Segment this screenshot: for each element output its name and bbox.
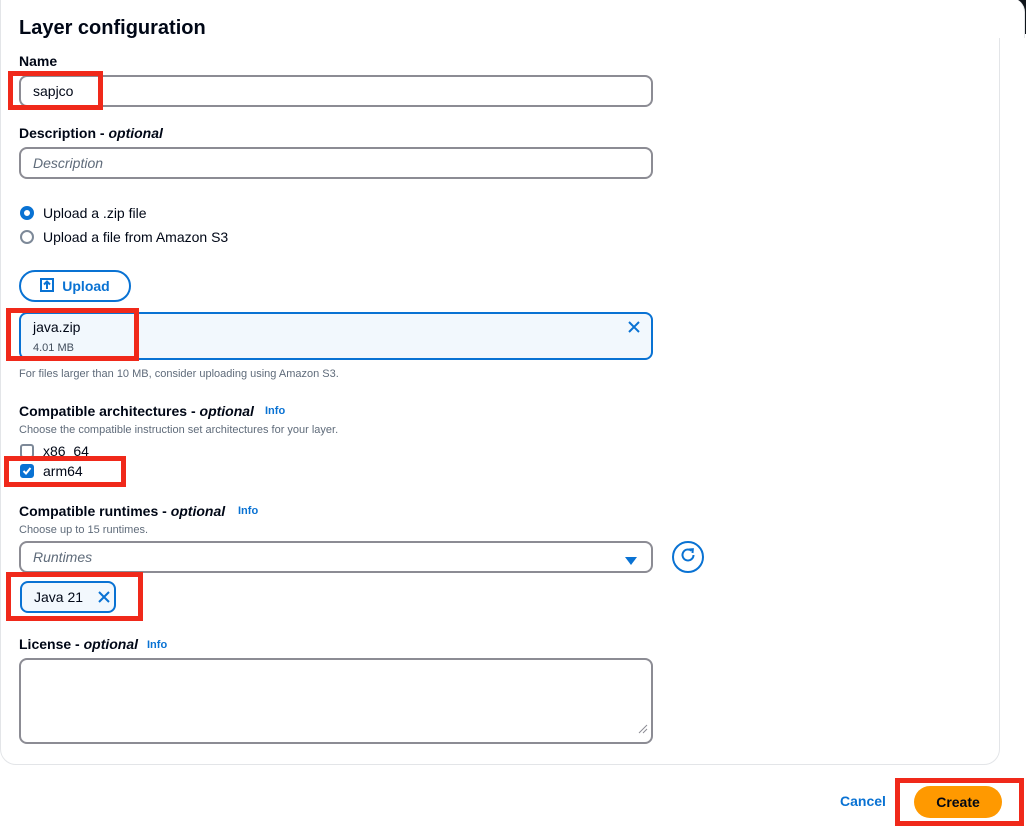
page-title: Layer configuration [19,17,206,39]
remove-runtime-button[interactable] [97,590,111,604]
resize-handle-icon[interactable] [638,721,648,739]
upload-button[interactable]: Upload [19,270,131,302]
runtime-token-label: Java 21 [34,589,84,605]
radio-upload-s3-label: Upload a file from Amazon S3 [43,229,229,245]
description-label: Description - optional [19,125,163,141]
license-textarea[interactable] [19,658,653,744]
caret-down-icon [625,553,637,569]
license-label-text: License [19,636,72,652]
upload-icon [40,277,55,295]
header-corner [998,0,1026,38]
close-icon [97,590,111,604]
checkbox-arm64-label: arm64 [43,463,83,479]
runtimes-label-text: Compatible runtimes [19,503,159,519]
runtimes-description: Choose up to 15 runtimes. [19,524,149,536]
runtimes-optional: optional [170,503,226,519]
description-optional: optional [108,125,163,141]
name-value: sapjco [33,83,74,99]
description-input[interactable]: Description [19,147,653,179]
checkbox-arm64[interactable] [20,464,34,478]
checkbox-x86-64[interactable] [20,444,34,458]
description-placeholder: Description [33,155,104,171]
runtime-token: Java 21 [20,581,116,613]
cancel-button[interactable]: Cancel [840,793,886,809]
architectures-info-link[interactable]: Info [265,405,285,417]
file-size: 4.01 MB [33,342,74,354]
name-label: Name [19,53,58,69]
uploaded-file: java.zip 4.01 MB [19,312,653,360]
name-input[interactable]: sapjco [19,75,653,107]
radio-upload-zip-label: Upload a .zip file [43,205,147,221]
architectures-label: Compatible architectures - optional [19,403,254,419]
license-optional: optional [83,636,139,652]
runtimes-label: Compatible runtimes - optional [19,503,226,519]
remove-file-button[interactable] [627,320,641,339]
upload-button-label: Upload [62,278,110,294]
runtimes-select[interactable]: Runtimes [19,541,653,573]
refresh-icon [679,546,697,569]
close-icon [627,321,641,338]
upload-hint: For files larger than 10 MB, consider up… [19,368,339,380]
runtimes-placeholder: Runtimes [33,549,93,565]
radio-upload-s3[interactable] [20,230,34,244]
architectures-optional: optional [199,403,254,419]
runtimes-info-link[interactable]: Info [238,505,258,517]
radio-upload-zip[interactable] [20,206,34,220]
refresh-runtimes-button[interactable] [672,541,704,573]
license-label: License - optional [19,636,139,652]
create-button[interactable]: Create [914,786,1002,818]
architectures-label-text: Compatible architectures [19,403,188,419]
file-name: java.zip [33,319,81,335]
checkbox-x86-64-label: x86_64 [43,443,89,459]
license-info-link[interactable]: Info [147,639,167,651]
architectures-description: Choose the compatible instruction set ar… [19,424,339,436]
description-label-text: Description [19,125,97,141]
